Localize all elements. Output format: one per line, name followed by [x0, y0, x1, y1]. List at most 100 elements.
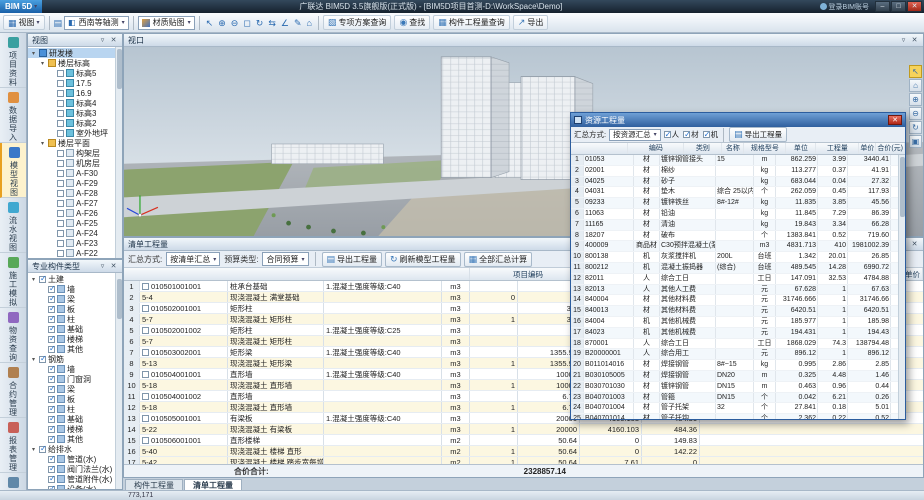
checkbox[interactable]: [48, 486, 55, 490]
viewport-cube-icon[interactable]: ▣: [909, 135, 922, 148]
close-button[interactable]: ✕: [907, 1, 922, 12]
column-header[interactable]: [374, 268, 470, 280]
checkbox[interactable]: [39, 446, 46, 453]
grid-view-icon[interactable]: ▤: [54, 18, 63, 28]
tree-item[interactable]: ▾ 研发楼: [28, 48, 122, 58]
viewport-zoom-in-icon[interactable]: ⊕: [909, 93, 922, 106]
混凝土振捣器[interactable]: 11 800212 机 混凝土振捣器 (综合) 台班 489.545 14.28…: [571, 263, 905, 274]
checkbox[interactable]: [57, 210, 64, 217]
checkbox[interactable]: [48, 456, 55, 463]
现浇混凝土 楼梯 踏步宽每增减10mm[interactable]: 17 5-42 现浇混凝土 楼梯 踏步宽每增减10mm m2 1 50.64 7…: [124, 457, 923, 464]
tree-item[interactable]: 墙: [28, 284, 122, 294]
tree-item[interactable]: 设备(水): [28, 484, 122, 489]
tree-item[interactable]: 17.5: [28, 78, 122, 88]
checkbox[interactable]: [48, 336, 55, 343]
row-checkbox[interactable]: [142, 371, 149, 378]
resource-summary-select[interactable]: 按资源汇总 ▾: [609, 129, 661, 141]
tree-item[interactable]: 柱: [28, 314, 122, 324]
pan-icon[interactable]: ⇆: [266, 18, 278, 28]
tree-item[interactable]: ▾ 楼层平面: [28, 138, 122, 148]
checkbox[interactable]: [48, 376, 55, 383]
tree-item[interactable]: 室外地坪: [28, 128, 122, 138]
tree-item[interactable]: 标高3: [28, 108, 122, 118]
铅油[interactable]: 6 11063 材 铅油 kg 11.845 7.29 86.39: [571, 209, 905, 220]
pin-icon[interactable]: ▿: [899, 36, 908, 44]
expand-icon[interactable]: ▾: [30, 356, 37, 363]
view-menu-button[interactable]: ▦ 视图 ▾: [3, 15, 45, 30]
expand-icon[interactable]: ▾: [30, 50, 37, 57]
tree-item[interactable]: 板: [28, 394, 122, 404]
nav-item-model-view[interactable]: 模型视图: [0, 143, 26, 198]
axonometric-select[interactable]: ◧ 西南等轴测 ▾: [64, 16, 129, 30]
account-login-button[interactable]: 登录BIM账号: [820, 2, 869, 12]
tree-item[interactable]: A-F29: [28, 178, 122, 188]
column-header[interactable]: 规格型号: [744, 143, 786, 154]
component-quantity-query-button[interactable]: ▦ 构件工程量查询: [433, 15, 510, 30]
管子托架[interactable]: 24 B040701004 材 管子托架 32 个 27.841 0.18 5.…: [571, 403, 905, 414]
tree-item[interactable]: ▾ 土建: [28, 274, 122, 284]
checkbox[interactable]: [39, 276, 46, 283]
resource-window-titlebar[interactable]: 资源工程量 ✕: [571, 113, 905, 127]
checkbox[interactable]: [57, 250, 64, 257]
checkbox[interactable]: [57, 90, 64, 97]
checkbox[interactable]: [57, 180, 64, 187]
checkbox[interactable]: [48, 306, 55, 313]
tree-item[interactable]: 基础: [28, 324, 122, 334]
tree-item[interactable]: 管道附件(水): [28, 474, 122, 484]
综合工日[interactable]: 12 82011 人 综合工日 工日 147.091 32.53 4784.88: [571, 274, 905, 285]
column-header[interactable]: 编码: [628, 143, 684, 154]
tree-item[interactable]: 其他: [28, 344, 122, 354]
其他材料费[interactable]: 14 840004 材 其他材料费 元 31746.666 1 31746.66: [571, 295, 905, 306]
close-icon[interactable]: ✕: [109, 262, 118, 270]
tree-item[interactable]: 机房层: [28, 158, 122, 168]
tree-item[interactable]: 标高5: [28, 68, 122, 78]
棉纱[interactable]: 2 02001 材 棉纱 kg 113.277 0.37 41.91: [571, 166, 905, 177]
orbit-icon[interactable]: ↻: [254, 18, 266, 28]
tree-item[interactable]: 阀门法兰(水): [28, 464, 122, 474]
tree-item[interactable]: 板: [28, 304, 122, 314]
checkbox[interactable]: [57, 160, 64, 167]
tree-item[interactable]: 基础: [28, 414, 122, 424]
checkbox[interactable]: [48, 296, 55, 303]
checkbox[interactable]: [48, 286, 55, 293]
expand-icon[interactable]: ▾: [30, 276, 37, 283]
tree-item[interactable]: ▾ 钢筋: [28, 354, 122, 364]
现浇混凝土 有梁板[interactable]: 14 5-22 现浇混凝土 有梁板 m3 1 20000 4160.103 48…: [124, 424, 923, 435]
tree-item[interactable]: A-F30: [28, 168, 122, 178]
export-button[interactable]: ↗ 导出: [513, 15, 549, 30]
checkbox[interactable]: [39, 356, 46, 363]
tab-list-quantity[interactable]: 清单工程量: [184, 479, 242, 490]
管子托钩[interactable]: 25 B040701014 材 管子托钩 个 2.362 0.22 0.52: [571, 414, 905, 419]
viewport-orbit-icon[interactable]: ↻: [909, 121, 922, 134]
tree-item[interactable]: ▾ 楼层标高: [28, 58, 122, 68]
zoom-in-icon[interactable]: ⊕: [216, 18, 228, 28]
category-filter[interactable]: 材: [683, 129, 699, 140]
column-header[interactable]: 单位: [786, 143, 816, 154]
checkbox[interactable]: [48, 366, 55, 373]
checkbox[interactable]: [57, 220, 64, 227]
expand-icon[interactable]: ▾: [39, 60, 46, 67]
checkbox[interactable]: [48, 416, 55, 423]
tree-item[interactable]: 16.9: [28, 88, 122, 98]
row-checkbox[interactable]: [142, 437, 149, 444]
row-checkbox[interactable]: [142, 393, 149, 400]
tree-item[interactable]: ▾ 给排水: [28, 444, 122, 454]
checkbox[interactable]: [48, 466, 55, 473]
tree-item[interactable]: A-F22: [28, 248, 122, 258]
checkbox[interactable]: [48, 406, 55, 413]
checkbox[interactable]: [48, 436, 55, 443]
nav-item-material-query[interactable]: 物资查询: [0, 308, 26, 363]
直形楼梯[interactable]: 15 010506001001 直形楼梯 m2 50.64 0 149.83: [124, 435, 923, 446]
镀锌铁丝[interactable]: 5 09233 材 镀锌铁丝 8#-12# kg 11.835 3.85 45.…: [571, 198, 905, 209]
summary-mode-select[interactable]: 按清单汇总 ▾: [166, 252, 220, 266]
find-button[interactable]: ◉ 查找: [394, 15, 430, 30]
scrollbar[interactable]: [115, 47, 122, 258]
select-icon[interactable]: ↖: [204, 18, 216, 28]
close-icon[interactable]: ✕: [888, 115, 902, 125]
tree-item[interactable]: 管道(水): [28, 454, 122, 464]
垫木[interactable]: 4 04031 材 垫木 综合 25以内 个 262.059 0.45 117.…: [571, 187, 905, 198]
row-checkbox[interactable]: [142, 349, 149, 356]
checkbox[interactable]: [57, 100, 64, 107]
焊接钢管[interactable]: 21 B030105005 材 焊接钢管 DN20 m 0.325 4.48 1…: [571, 371, 905, 382]
column-header[interactable]: 单价: [859, 143, 876, 154]
